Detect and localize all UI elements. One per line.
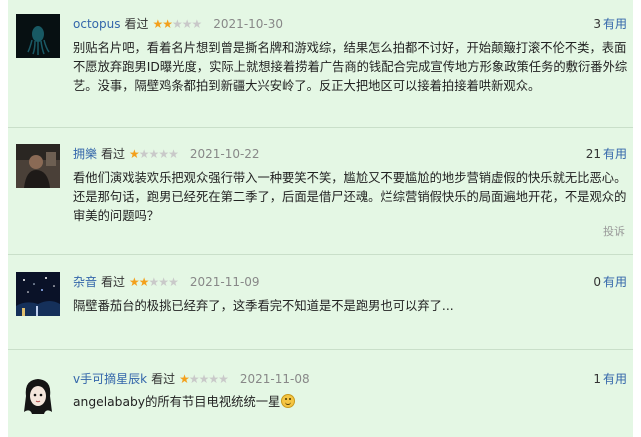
useful-button[interactable]: 有用 — [603, 275, 627, 289]
star-rating: ★★★★★ — [129, 147, 179, 161]
comment-time: 2021-10-30 — [213, 17, 284, 31]
comment-meta: octopus 看过 ★★★★★ 2021-10-30 — [73, 16, 283, 32]
comment-item: 杂音 看过 ★★★★★ 2021-11-09 0 有用 隔壁番茄台的极挑已经弃了，这季看… — [8, 255, 633, 345]
comment-time: 2021-11-09 — [189, 275, 260, 289]
watched-label: 看过 — [151, 372, 176, 386]
night-scene-avatar-icon — [16, 272, 60, 316]
comment-meta: 杂音 看过 ★★★★★ 2021-11-09 — [73, 274, 260, 290]
vote-count: 3 — [593, 17, 601, 31]
username-link[interactable]: 杂音 — [73, 275, 97, 289]
vote-count: 1 — [593, 372, 601, 386]
comment-text: 隔壁番茄台的极挑已经弃了，这季看完不知道是不是跑男也可以弃了... — [73, 299, 454, 313]
username-link[interactable]: 拥樂 — [73, 147, 97, 161]
useful-vote: 21 有用 — [586, 146, 627, 162]
comment-time: 2021-10-22 — [189, 147, 260, 161]
comment-time: 2021-11-08 — [239, 372, 310, 386]
report-link[interactable]: 投诉 — [603, 223, 625, 239]
useful-vote: 1 有用 — [593, 371, 627, 387]
watched-label: 看过 — [124, 17, 149, 31]
useful-button[interactable]: 有用 — [603, 372, 627, 386]
watched-label: 看过 — [101, 275, 126, 289]
comment-text: angelababy的所有节目电视统统一星 — [73, 393, 628, 412]
comment-text-content: angelababy的所有节目电视统统一星 — [73, 395, 281, 409]
useful-vote: 3 有用 — [593, 16, 627, 32]
username-link[interactable]: v手可摘星辰k — [73, 372, 147, 386]
avatar[interactable] — [16, 14, 60, 58]
useful-button[interactable]: 有用 — [603, 17, 627, 31]
star-rating: ★★★★★ — [129, 275, 179, 289]
watched-label: 看过 — [101, 147, 126, 161]
avatar[interactable] — [16, 374, 60, 418]
vote-count: 0 — [593, 275, 601, 289]
person-photo-avatar-icon — [16, 144, 60, 188]
comment-meta: 拥樂 看过 ★★★★★ 2021-10-22 — [73, 146, 260, 162]
comments-panel: octopus 看过 ★★★★★ 2021-10-30 3 有用 别贴名片吧，看着名片想… — [8, 0, 633, 437]
vote-count: 21 — [585, 147, 601, 161]
comment-meta: v手可摘星辰k 看过 ★★★★★ 2021-11-08 — [73, 371, 310, 387]
comment-item: 拥樂 看过 ★★★★★ 2021-10-22 21 有用 看他们演戏装欢乐把观众强行带入… — [8, 128, 633, 246]
smile-emoji-icon — [281, 394, 296, 408]
star-rating: ★★★★★ — [152, 17, 202, 31]
cartoon-girl-avatar-icon — [24, 379, 52, 414]
dark-octopus-avatar-icon — [16, 14, 60, 58]
avatar[interactable] — [16, 272, 60, 316]
comment-item: v手可摘星辰k 看过 ★★★★★ 2021-11-08 1 有用 angelababy的… — [8, 350, 633, 437]
star-rating: ★★★★★ — [179, 372, 229, 386]
useful-button[interactable]: 有用 — [603, 147, 627, 161]
useful-vote: 0 有用 — [593, 274, 627, 290]
comment-text: 看他们演戏装欢乐把观众强行带入一种要笑不笑，尴尬又不要尴尬的地步营销虚假的快乐就… — [73, 171, 627, 223]
username-link[interactable]: octopus — [73, 17, 120, 31]
avatar[interactable] — [16, 144, 60, 188]
comment-text: 别贴名片吧，看着名片想到曾是撕名牌和游戏综，结果怎么拍都不讨好，开始颠簸打滚不伦… — [73, 41, 628, 93]
comment-item: octopus 看过 ★★★★★ 2021-10-30 3 有用 别贴名片吧，看着名片想… — [8, 0, 633, 118]
